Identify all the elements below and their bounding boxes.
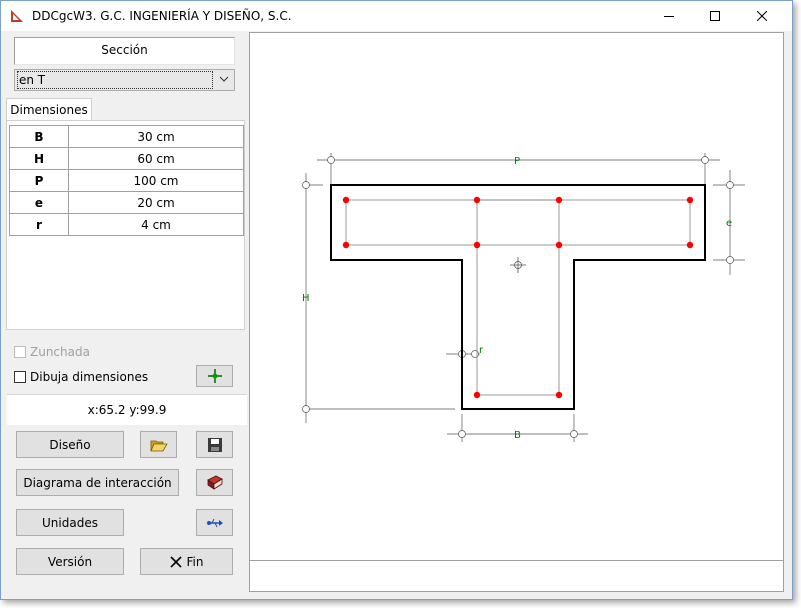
grid-value-r[interactable]: 4 cm — [68, 213, 244, 236]
version-button[interactable]: Versión — [16, 548, 124, 575]
dimension-lines — [302, 153, 745, 442]
crosshair-icon — [207, 369, 222, 383]
label-b: B — [514, 430, 521, 441]
fin-button[interactable]: Fin — [140, 548, 233, 575]
grid-key-e: e — [9, 191, 69, 214]
dimensions-panel: B 30 cm H 60 cm P 100 cm e 20 cm r 4 cm — [6, 120, 245, 330]
grid-key-h: H — [9, 147, 69, 170]
zunchada-checkbox-row[interactable]: Zunchada — [14, 345, 90, 359]
dibuja-dimensiones-checkbox[interactable] — [14, 371, 26, 383]
rebar-points — [342, 196, 694, 399]
diagrama-interaccion-button[interactable]: Diagrama de interacción — [16, 469, 179, 496]
drawing-canvas[interactable]: P e H r B — [249, 32, 784, 592]
close-button[interactable] — [739, 1, 785, 31]
fin-label: Fin — [186, 554, 204, 569]
save-button[interactable] — [196, 431, 233, 458]
folder-open-icon — [149, 440, 168, 451]
zunchada-label: Zunchada — [30, 345, 90, 359]
dibuja-dimensiones-label: Dibuja dimensiones — [30, 370, 149, 384]
grid-value-b[interactable]: 30 cm — [68, 125, 244, 148]
grid-row: B 30 cm — [9, 125, 244, 148]
close-icon — [169, 555, 182, 568]
close-icon — [757, 11, 767, 21]
section-label: Sección — [14, 37, 235, 65]
title-bar: DDCgcW3. G.C. INGENIERÍA Y DISEÑO, S.C. — [1, 1, 792, 31]
maximize-button[interactable] — [692, 1, 738, 31]
section-type-value: en T — [17, 71, 213, 89]
app-window: DDCgcW3. G.C. INGENIERÍA Y DISEÑO, S.C. … — [0, 0, 793, 600]
rebar-lines — [345, 199, 691, 396]
save-icon — [207, 437, 222, 452]
t-section-drawing: P e H r B — [302, 153, 745, 442]
minimize-icon — [664, 16, 674, 17]
dibuja-checkbox-row[interactable]: Dibuja dimensiones — [14, 370, 148, 384]
label-p: P — [514, 156, 520, 167]
label-r: r — [479, 345, 484, 356]
grid-value-p[interactable]: 100 cm — [68, 169, 244, 192]
book-icon — [206, 475, 223, 490]
grid-row: P 100 cm — [9, 169, 244, 192]
report-button[interactable] — [196, 469, 233, 496]
grid-row: e 20 cm — [9, 191, 244, 214]
t-section-outline — [330, 184, 706, 410]
minimize-button[interactable] — [646, 1, 692, 31]
dimensions-grid: B 30 cm H 60 cm P 100 cm e 20 cm r 4 cm — [9, 125, 244, 236]
grid-row: r 4 cm — [9, 213, 244, 236]
usb-icon — [206, 518, 223, 527]
grid-key-r: r — [9, 213, 69, 236]
center-point-button[interactable] — [196, 365, 233, 387]
dimension-labels: P e H r B — [302, 156, 732, 441]
status-bar — [250, 560, 783, 591]
zunchada-checkbox[interactable] — [14, 346, 26, 358]
diseno-button[interactable]: Diseño — [16, 431, 124, 458]
label-h: H — [302, 293, 310, 304]
cursor-coordinates: x:65.2 y:99.9 — [7, 394, 247, 425]
chevron-down-icon — [219, 76, 229, 82]
grid-key-p: P — [9, 169, 69, 192]
centroid-marker — [510, 257, 526, 273]
usb-button[interactable] — [196, 509, 233, 536]
maximize-icon — [710, 11, 720, 21]
section-type-select[interactable]: en T — [14, 69, 235, 91]
open-file-button[interactable] — [140, 431, 177, 458]
grid-value-h[interactable]: 60 cm — [68, 147, 244, 170]
app-icon — [11, 10, 23, 22]
label-e: e — [726, 218, 732, 229]
grid-row: H 60 cm — [9, 147, 244, 170]
unidades-button[interactable]: Unidades — [16, 509, 124, 536]
grid-value-e[interactable]: 20 cm — [68, 191, 244, 214]
window-title: DDCgcW3. G.C. INGENIERÍA Y DISEÑO, S.C. — [32, 9, 292, 23]
left-panel: Sección en T Dimensiones B 30 cm H 60 cm… — [4, 32, 247, 592]
tab-dimensiones[interactable]: Dimensiones — [6, 98, 92, 122]
grid-key-b: B — [9, 125, 69, 148]
